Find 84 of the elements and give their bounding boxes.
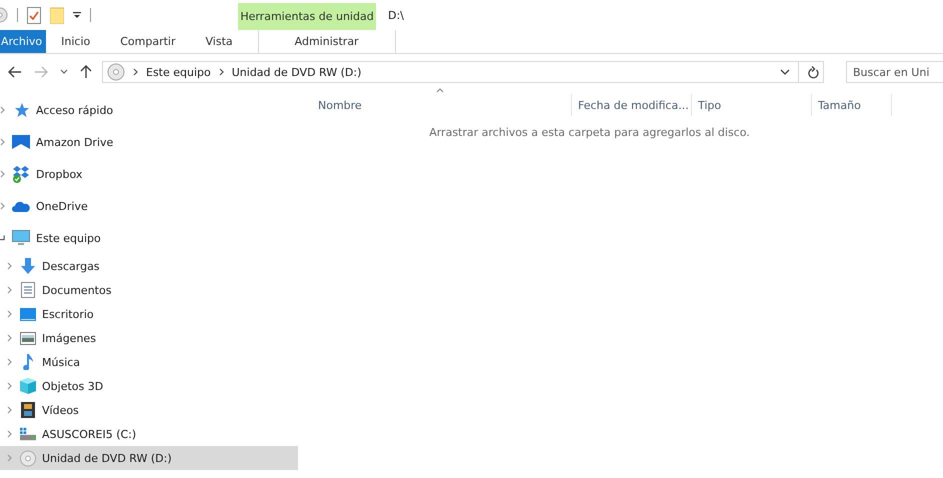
chevron-right-icon[interactable] xyxy=(0,170,5,178)
chevron-right-icon[interactable] xyxy=(7,262,12,270)
sidebar-label: Dropbox xyxy=(36,168,82,180)
sidebar-item[interactable]: Descargas xyxy=(0,254,298,278)
sidebar-label: Amazon Drive xyxy=(36,136,114,148)
sidebar-item[interactable]: Escritorio xyxy=(0,302,298,326)
chevron-right-icon[interactable] xyxy=(7,382,12,390)
up-arrow-icon[interactable] xyxy=(80,65,92,79)
sidebar-label: ASUSCOREI5 (C:) xyxy=(42,428,136,440)
chevron-right-icon[interactable] xyxy=(0,202,5,210)
dropdown-icon[interactable] xyxy=(73,11,81,19)
sidebar-label: Objetos 3D xyxy=(42,380,104,392)
properties-icon[interactable] xyxy=(27,6,41,24)
refresh-icon[interactable] xyxy=(807,66,819,78)
ribbon-tab[interactable]: Compartir xyxy=(105,30,190,53)
cloud-icon xyxy=(12,200,30,212)
chevron-right-icon xyxy=(133,68,138,76)
music-note-icon xyxy=(20,354,36,370)
chevron-right-icon[interactable] xyxy=(7,430,12,438)
sidebar-label: Descargas xyxy=(42,260,100,272)
chevron-right-icon[interactable] xyxy=(7,286,12,294)
dropbox-icon xyxy=(12,165,30,183)
disc-icon xyxy=(20,450,36,466)
chevron-right-icon[interactable] xyxy=(7,358,12,366)
image-icon xyxy=(20,332,36,344)
sidebar-item[interactable]: ASUSCOREI5 (C:) xyxy=(0,422,298,446)
chevron-down-icon[interactable] xyxy=(60,69,68,75)
breadcrumb[interactable]: Unidad de DVD RW (D:) xyxy=(232,66,362,78)
ribbon-tab[interactable]: Administrar xyxy=(258,30,396,53)
chevron-right-icon[interactable] xyxy=(0,138,5,146)
sidebar-label: Vídeos xyxy=(42,404,79,416)
sidebar-label: Escritorio xyxy=(42,308,94,320)
chevron-down-icon[interactable] xyxy=(780,68,790,76)
sort-ascending-icon xyxy=(436,88,444,93)
sidebar-item[interactable]: Vídeos xyxy=(0,398,298,422)
sidebar-item[interactable]: Unidad de DVD RW (D:) xyxy=(0,446,298,470)
address-bar[interactable]: Este equipo Unidad de DVD RW (D:) xyxy=(102,61,824,83)
sidebar-item[interactable]: Este equipo xyxy=(0,222,298,254)
chevron-right-icon xyxy=(218,68,224,76)
sidebar-label: Documentos xyxy=(42,284,112,296)
sidebar-item[interactable]: Objetos 3D xyxy=(0,374,298,398)
sidebar-item[interactable]: Amazon Drive xyxy=(0,126,298,158)
chevron-right-icon[interactable] xyxy=(7,406,12,414)
ribbon-tab[interactable]: Archivo xyxy=(0,30,46,53)
back-arrow-icon[interactable] xyxy=(8,66,22,78)
sidebar-item[interactable]: Acceso rápido xyxy=(0,94,298,126)
film-icon xyxy=(20,402,36,418)
chevron-right-icon[interactable] xyxy=(0,106,5,114)
sidebar-label: Acceso rápido xyxy=(36,104,114,116)
sidebar-label: Este equipo xyxy=(36,232,101,244)
chevron-down-icon[interactable] xyxy=(0,235,5,241)
document-icon xyxy=(20,282,36,298)
column-header[interactable]: Tamaño xyxy=(812,94,892,116)
download-arrow-icon xyxy=(20,258,36,274)
column-header[interactable]: Nombre xyxy=(316,94,572,116)
search-field[interactable]: Buscar en Uni xyxy=(846,61,943,83)
hard-drive-icon xyxy=(20,427,36,441)
sidebar-label: OneDrive xyxy=(36,200,88,212)
sidebar-label: Imágenes xyxy=(42,332,96,344)
desktop-icon xyxy=(20,308,36,320)
chevron-right-icon[interactable] xyxy=(7,454,12,462)
sidebar-item[interactable]: Documentos xyxy=(0,278,298,302)
cloud-drive-icon xyxy=(12,134,30,150)
sidebar-label: Música xyxy=(42,356,80,368)
folder-icon[interactable] xyxy=(50,6,64,24)
sidebar-item[interactable]: Imágenes xyxy=(0,326,298,350)
monitor-icon xyxy=(12,230,30,246)
chevron-right-icon[interactable] xyxy=(7,310,12,318)
column-header[interactable]: Fecha de modifica... xyxy=(572,94,692,116)
ribbon-tab[interactable]: Vista xyxy=(190,30,248,53)
ribbon-tab[interactable]: Inicio xyxy=(46,30,106,53)
sidebar-label: Unidad de DVD RW (D:) xyxy=(42,452,172,464)
column-header[interactable]: Tipo xyxy=(692,94,812,116)
breadcrumb[interactable]: Este equipo xyxy=(146,66,211,78)
sidebar-item[interactable]: Dropbox xyxy=(0,158,298,190)
window-title: D:\ xyxy=(388,8,404,22)
sidebar-item[interactable]: OneDrive xyxy=(0,190,298,222)
cube-icon xyxy=(20,378,36,394)
chevron-right-icon[interactable] xyxy=(7,334,12,342)
empty-folder-message: Arrastrar archivos a esta carpeta para agregarlos al disco. xyxy=(428,126,751,139)
context-tab-group: Herramientas de unidad xyxy=(238,3,376,30)
forward-arrow-icon[interactable] xyxy=(34,66,48,78)
disc-icon xyxy=(107,63,125,81)
sidebar-item[interactable]: Música xyxy=(0,350,298,374)
